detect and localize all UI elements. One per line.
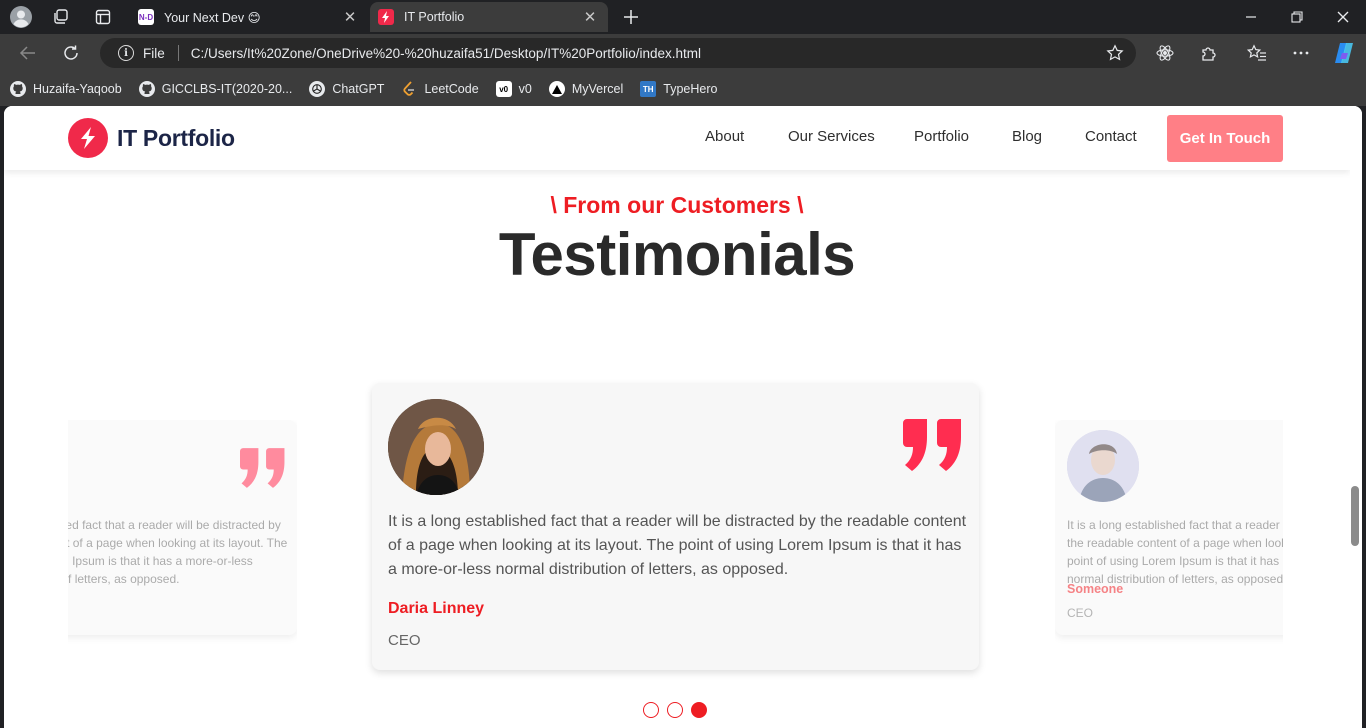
- refresh-icon[interactable]: [56, 38, 86, 68]
- leetcode-icon: [401, 81, 417, 97]
- get-in-touch-button[interactable]: Get In Touch: [1167, 115, 1283, 162]
- testimonial-card-left[interactable]: It is a long established fact that a rea…: [4, 420, 297, 635]
- workspaces-icon[interactable]: [50, 6, 72, 28]
- github-icon: [138, 81, 155, 97]
- bookmark-label: Huzaifa-Yaqoob: [33, 82, 122, 96]
- bookmark-chatgpt[interactable]: ChatGPT: [309, 81, 384, 97]
- profile-avatar-icon[interactable]: [10, 6, 32, 28]
- bookmark-label: TypeHero: [663, 82, 718, 96]
- bookmark-label: LeetCode: [424, 82, 479, 96]
- bookmark-label: GICCLBS-IT(2020-20...: [161, 82, 293, 96]
- tab-title: Your Next Dev 😊: [164, 10, 261, 25]
- minimize-icon[interactable]: [1228, 0, 1274, 34]
- brand-name: IT Portfolio: [117, 124, 235, 151]
- more-options-icon[interactable]: [1290, 42, 1312, 64]
- testimonial-text: It is a long established fact that a rea…: [388, 513, 967, 578]
- carousel-dot[interactable]: [667, 702, 683, 718]
- typehero-icon: TH: [640, 81, 657, 97]
- carousel-dot-active[interactable]: [691, 702, 707, 718]
- scrollbar-thumb[interactable]: [1351, 486, 1359, 546]
- close-tab-icon[interactable]: ✕: [578, 5, 602, 29]
- bolt-logo-icon: [68, 118, 108, 158]
- tab-your-next-dev[interactable]: N-D Your Next Dev 😊 ✕: [130, 2, 368, 32]
- author-role: CEO: [388, 632, 421, 649]
- close-tab-icon[interactable]: ✕: [338, 5, 362, 29]
- browser-title-bar: N-D Your Next Dev 😊 ✕ IT Portfolio ✕: [0, 0, 1366, 34]
- back-icon[interactable]: [13, 38, 43, 68]
- bolt-favicon-icon: [378, 9, 394, 25]
- bookmark-huzaifa-yaqoob[interactable]: Huzaifa-Yaqoob: [10, 81, 122, 97]
- site-logo[interactable]: IT Portfolio: [68, 118, 235, 158]
- scrollbar-track[interactable]: [1350, 106, 1362, 728]
- site-header: IT Portfolio About Our Services Portfoli…: [4, 106, 1350, 170]
- testimonial-card-active[interactable]: It is a long established fact that a rea…: [372, 383, 979, 670]
- bookmark-v0[interactable]: v0 v0: [495, 81, 532, 97]
- nav-contact[interactable]: Contact: [1085, 128, 1137, 145]
- chatgpt-icon: [309, 81, 326, 97]
- site-favicon-icon: N-D: [138, 9, 154, 25]
- nav-portfolio[interactable]: Portfolio: [914, 128, 969, 145]
- section-kicker: \ From our Customers \: [550, 192, 804, 218]
- testimonial-text: It is a long established fact that a rea…: [4, 518, 288, 586]
- author-name: Someone: [1067, 582, 1124, 596]
- divider: [177, 45, 179, 61]
- tab-title: IT Portfolio: [404, 10, 465, 24]
- address-bar[interactable]: i File C:/Users/It%20Zone/OneDrive%20-%2…: [100, 38, 1136, 68]
- nav-blog[interactable]: Blog: [1012, 128, 1042, 145]
- favorite-star-icon[interactable]: [1100, 44, 1130, 62]
- quote-icon: [240, 448, 286, 493]
- new-tab-icon[interactable]: [620, 6, 642, 28]
- bookmark-myvercel[interactable]: MyVercel: [548, 81, 624, 97]
- favorites-icon[interactable]: [1246, 42, 1268, 64]
- copilot-icon[interactable]: [1332, 41, 1356, 65]
- bookmark-label: ChatGPT: [332, 82, 385, 96]
- nav-about[interactable]: About: [705, 128, 744, 145]
- carousel-pagination: [643, 702, 707, 718]
- carousel-dot[interactable]: [643, 702, 659, 718]
- react-devtools-icon[interactable]: [1154, 42, 1176, 64]
- avatar-someone: [1067, 430, 1139, 502]
- page-viewport: IT Portfolio About Our Services Portfoli…: [4, 106, 1362, 728]
- extensions-icon[interactable]: [1198, 42, 1220, 64]
- bookmark-label: v0: [518, 82, 532, 96]
- url-text[interactable]: C:/Users/It%20Zone/OneDrive%20-%20huzaif…: [191, 46, 1100, 61]
- browser-toolbar: i File C:/Users/It%20Zone/OneDrive%20-%2…: [0, 34, 1366, 72]
- bookmark-gicclbs[interactable]: GICCLBS-IT(2020-20...: [138, 81, 293, 97]
- vercel-icon: [548, 81, 565, 97]
- author-role: CEO: [1067, 606, 1094, 620]
- testimonial-card-right[interactable]: It is a long established fact that a rea…: [1055, 420, 1362, 635]
- bookmark-leetcode[interactable]: LeetCode: [401, 81, 479, 97]
- v0-icon: v0: [495, 81, 512, 97]
- bookmarks-bar: Huzaifa-Yaqoob GICCLBS-IT(2020-20... Cha…: [0, 72, 1366, 106]
- restore-icon[interactable]: [1274, 0, 1320, 34]
- testimonial-text: It is a long established fact that a rea…: [1067, 518, 1362, 586]
- section-heading: Testimonials: [498, 221, 856, 288]
- bookmark-label: MyVercel: [571, 82, 624, 96]
- site-info-icon[interactable]: i: [118, 45, 134, 61]
- tab-it-portfolio[interactable]: IT Portfolio ✕: [370, 2, 608, 32]
- github-icon: [10, 81, 26, 97]
- avatar-daria-linney: [388, 399, 484, 495]
- close-window-icon[interactable]: [1320, 0, 1366, 34]
- bookmark-typehero[interactable]: TH TypeHero: [640, 81, 717, 97]
- quote-icon: [903, 419, 963, 476]
- author-name: Daria Linney: [388, 600, 485, 617]
- nav-our-services[interactable]: Our Services: [788, 128, 875, 145]
- protocol-label: File: [143, 45, 165, 61]
- tab-actions-icon[interactable]: [92, 6, 114, 28]
